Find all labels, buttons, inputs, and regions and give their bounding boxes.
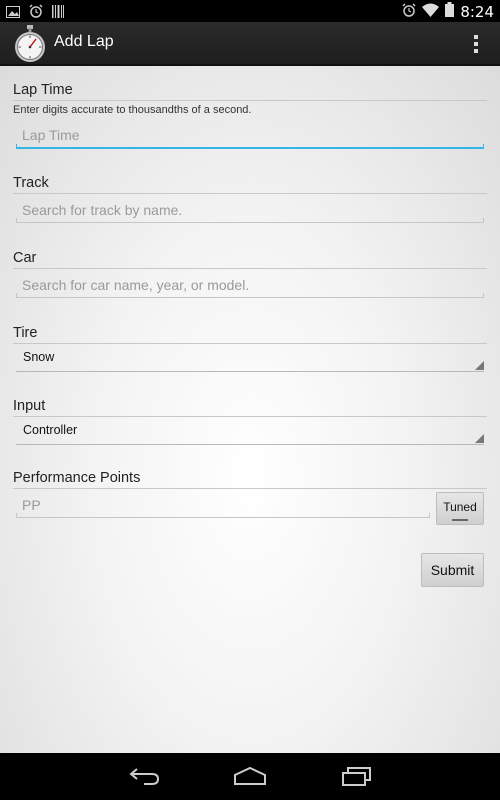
input-selected-value: Controller [23,423,78,437]
status-bar: 8:24 [0,0,500,22]
car-search-input[interactable] [16,272,484,298]
car-label: Car [13,250,37,266]
page-title: Add Lap [54,33,114,50]
navigation-bar [0,753,500,800]
submit-button-label: Submit [430,562,475,578]
wifi-icon [422,2,440,21]
tuned-toggle-button[interactable]: Tuned [436,492,484,525]
toggle-indicator [452,519,468,521]
lap-time-label: Lap Time [13,82,73,98]
track-search-input[interactable] [16,197,484,223]
alarm-icon [29,3,43,22]
back-icon[interactable] [128,765,162,787]
stopwatch-icon[interactable] [12,25,48,63]
car-divider [13,268,487,269]
barcode-icon [52,3,64,22]
dropdown-arrow-icon [475,361,484,370]
alarm-icon [402,2,416,21]
car-underline [16,293,484,298]
performance-points-divider [13,488,487,489]
recent-apps-icon[interactable] [340,765,374,787]
submit-button[interactable]: Submit [421,553,484,587]
tuned-toggle-label: Tuned [443,499,477,514]
pp-underline [16,513,430,518]
gallery-icon [6,3,20,22]
track-underline [16,218,484,223]
input-spinner[interactable]: Controller [16,417,484,445]
dropdown-arrow-icon [475,434,484,443]
action-bar: Add Lap [0,22,500,66]
lap-time-hint: Enter digits accurate to thousandths of … [13,104,252,116]
lap-time-input[interactable] [16,122,484,148]
tire-spinner[interactable]: Snow [16,344,484,372]
track-label: Track [13,175,49,191]
home-icon[interactable] [233,765,267,787]
track-divider [13,193,487,194]
battery-icon [445,2,455,21]
lap-time-divider [13,100,487,101]
tire-selected-value: Snow [23,350,55,364]
overflow-menu-icon[interactable] [472,35,480,55]
pp-input[interactable] [16,492,430,518]
input-label: Input [13,398,46,414]
lap-time-underline [16,144,484,149]
status-time: 8:24 [460,2,494,21]
add-lap-form: Lap Time Enter digits accurate to thousa… [0,66,500,753]
performance-points-label: Performance Points [13,470,141,486]
tire-label: Tire [13,325,38,341]
